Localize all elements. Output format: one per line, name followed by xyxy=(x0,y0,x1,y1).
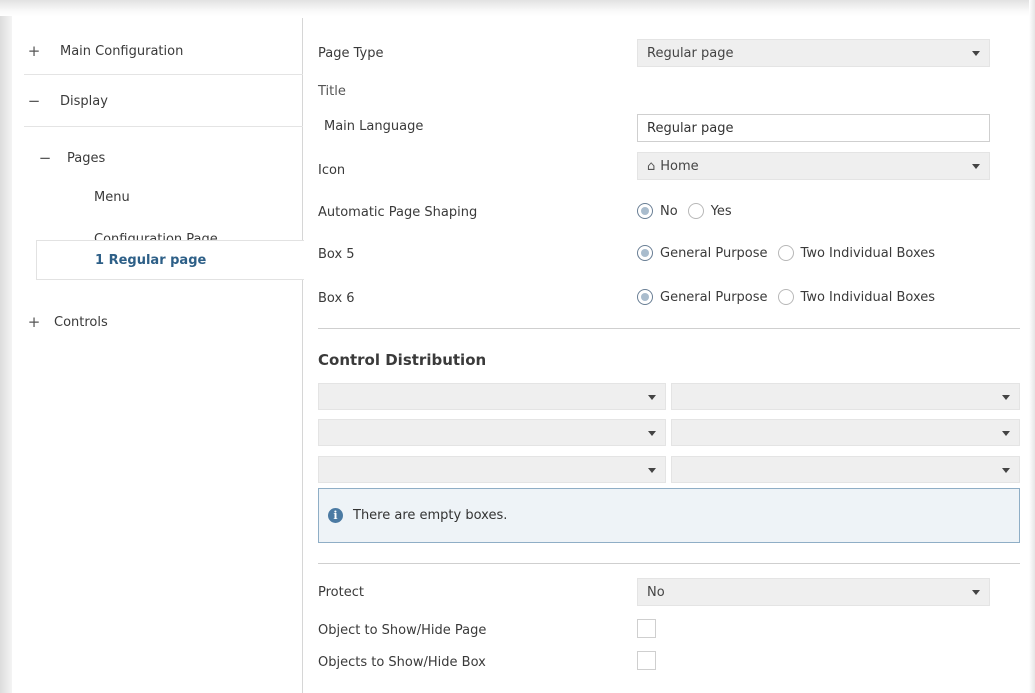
tree-item-label-selected: 1 Regular page xyxy=(95,252,207,268)
window-shadow-left xyxy=(0,16,12,693)
chevron-down-icon xyxy=(972,164,980,169)
collapse-minus-icon[interactable]: − xyxy=(38,149,52,167)
main-language-label: Main Language xyxy=(324,119,424,134)
box5-label: Box 5 xyxy=(318,247,355,262)
section-divider xyxy=(318,563,1020,564)
page-type-value: Regular page xyxy=(647,45,734,61)
expand-plus-icon[interactable]: + xyxy=(27,313,41,331)
tree-item-pages[interactable]: − Pages xyxy=(12,137,303,179)
box6-label: Box 6 xyxy=(318,291,355,306)
chevron-down-icon xyxy=(648,468,656,473)
chevron-down-icon xyxy=(1002,395,1010,400)
radio-option-general-purpose[interactable]: General Purpose xyxy=(637,245,768,261)
main-language-value: Regular page xyxy=(647,120,734,136)
tree-item-display[interactable]: − Display xyxy=(12,80,303,122)
tree-item-label: Controls xyxy=(54,314,108,330)
window-shadow-top xyxy=(0,0,1035,16)
info-message: There are empty boxes. xyxy=(353,508,508,523)
tree-item-label: Menu xyxy=(94,189,130,205)
page-type-select[interactable]: Regular page xyxy=(637,39,990,67)
tree-separator xyxy=(24,74,303,75)
window-shadow-right xyxy=(1029,0,1035,693)
info-icon: i xyxy=(328,508,343,523)
title-label: Title xyxy=(318,84,346,99)
chevron-down-icon xyxy=(972,590,980,595)
objects-show-hide-box-checkbox[interactable] xyxy=(637,651,656,670)
tree-item-label: Pages xyxy=(67,150,106,166)
main-language-input[interactable]: Regular page xyxy=(637,114,990,142)
radio-unselected[interactable] xyxy=(777,289,794,305)
tree-item-label: Main Configuration xyxy=(60,43,184,59)
control-distribution-slot-3-right[interactable] xyxy=(671,456,1020,483)
radio-option-yes[interactable]: Yes xyxy=(687,203,732,219)
radio-selected[interactable] xyxy=(637,289,653,305)
tree-item-regular-page[interactable]: 1 Regular page xyxy=(36,240,304,280)
radio-option-no[interactable]: No xyxy=(637,203,678,219)
radio-label: No xyxy=(660,203,678,219)
parameters-panel: Page Type Regular page Title Main Langua… xyxy=(304,18,1029,693)
chevron-down-icon xyxy=(648,395,656,400)
objects-show-hide-box-label: Objects to Show/Hide Box xyxy=(318,655,486,670)
radio-label: General Purpose xyxy=(660,245,768,261)
radio-option-general-purpose[interactable]: General Purpose xyxy=(637,289,768,305)
box6-radios: General Purpose Two Individual Boxes xyxy=(637,289,945,305)
control-distribution-slot-2-right[interactable] xyxy=(671,419,1020,446)
automatic-page-shaping-radios: No Yes xyxy=(637,203,742,219)
chevron-down-icon xyxy=(972,51,980,56)
box5-radios: General Purpose Two Individual Boxes xyxy=(637,245,945,261)
object-show-hide-page-label: Object to Show/Hide Page xyxy=(318,623,487,638)
control-distribution-slot-1-right[interactable] xyxy=(671,383,1020,410)
section-divider xyxy=(318,328,1020,329)
radio-selected[interactable] xyxy=(637,245,653,261)
protect-select[interactable]: No xyxy=(637,578,990,606)
icon-select[interactable]: ⌂ Home xyxy=(637,152,990,180)
icon-label: Icon xyxy=(318,163,346,178)
radio-unselected[interactable] xyxy=(687,203,704,219)
radio-selected[interactable] xyxy=(637,203,653,219)
radio-label: General Purpose xyxy=(660,289,768,305)
control-distribution-slot-2-left[interactable] xyxy=(318,419,666,446)
chevron-down-icon xyxy=(648,431,656,436)
icon-value: Home xyxy=(660,158,699,174)
radio-label: Two Individual Boxes xyxy=(800,245,936,261)
tree-item-label: Display xyxy=(60,93,108,109)
control-distribution-slot-3-left[interactable] xyxy=(318,456,666,483)
automatic-page-shaping-label: Automatic Page Shaping xyxy=(318,205,478,220)
radio-label: Yes xyxy=(710,203,732,219)
page-type-label: Page Type xyxy=(318,46,384,61)
protect-label: Protect xyxy=(318,585,364,600)
sidebar-tree: + Main Configuration − Display − Pages M… xyxy=(12,18,303,693)
chevron-down-icon xyxy=(1002,468,1010,473)
control-distribution-title: Control Distribution xyxy=(318,351,487,369)
tree-item-controls[interactable]: + Controls xyxy=(12,301,303,343)
expand-plus-icon[interactable]: + xyxy=(27,42,41,60)
radio-option-two-individual-boxes[interactable]: Two Individual Boxes xyxy=(777,245,936,261)
chevron-down-icon xyxy=(1002,431,1010,436)
radio-unselected[interactable] xyxy=(777,245,794,261)
tree-item-main-configuration[interactable]: + Main Configuration xyxy=(12,30,303,72)
radio-option-two-individual-boxes[interactable]: Two Individual Boxes xyxy=(777,289,936,305)
object-show-hide-page-checkbox[interactable] xyxy=(637,619,656,638)
info-message-box: i There are empty boxes. xyxy=(318,488,1020,543)
collapse-minus-icon[interactable]: − xyxy=(27,92,41,110)
protect-value: No xyxy=(647,584,665,600)
radio-label: Two Individual Boxes xyxy=(800,289,936,305)
tree-separator xyxy=(24,126,303,127)
home-icon: ⌂ xyxy=(647,158,656,174)
control-distribution-slot-1-left[interactable] xyxy=(318,383,666,410)
tree-item-menu[interactable]: Menu xyxy=(12,176,303,218)
